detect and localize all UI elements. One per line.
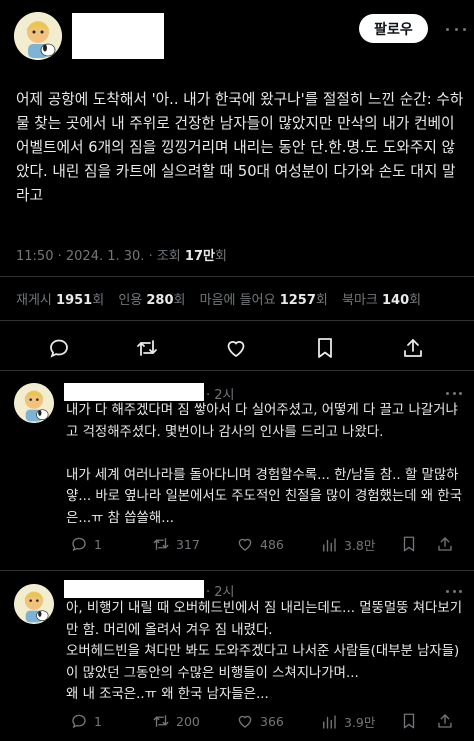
views-icon [323,714,336,729]
like-button[interactable]: 366 [236,712,284,730]
like-button[interactable]: 486 [236,535,284,553]
reply-button[interactable]: 1 [70,712,102,730]
reply-text: 내가 다 해주겠다며 짐 쌓아서 다 실어주셨고, 어떻게 다 끌고 나갈거냐고… [66,403,463,526]
views-suffix: 회 [214,249,227,264]
divider [0,320,474,321]
like-icon[interactable] [224,336,248,360]
reply-author-redacted [64,383,204,401]
post-date: 2024. 1. 30. [65,249,145,264]
reposts-stat[interactable]: 재게시 1951회 [16,293,104,308]
quotes-stat[interactable]: 인용 280회 [118,293,185,308]
reply-avatar[interactable] [14,383,54,423]
reply-avatar[interactable] [14,584,54,624]
divider [0,276,474,277]
bookmarks-stat[interactable]: 북마크 140회 [342,293,421,308]
reply-action-bar: 1 317 486 3.8만 [70,535,470,557]
more-options-icon[interactable] [446,20,466,38]
post-time: 11:50 [16,249,54,264]
post-action-bar [0,330,474,366]
bookmark-button[interactable] [400,712,418,730]
reply-author-redacted [64,580,204,598]
views-value: 17만 [184,249,215,264]
divider [0,570,474,571]
bookmark-icon[interactable] [313,336,337,360]
share-button[interactable] [436,535,454,553]
repost-button[interactable]: 317 [152,535,200,553]
author-avatar[interactable] [14,12,62,60]
follow-button[interactable]: 팔로우 [359,14,428,43]
reply-icon[interactable] [47,336,71,360]
repost-icon [153,538,169,550]
views-button[interactable]: 3.9만 [320,712,375,731]
bookmark-button[interactable] [400,535,418,553]
share-icon [438,714,452,728]
likes-stat[interactable]: 마음에 들어요 1257회 [200,293,328,308]
like-icon [238,715,252,728]
reply-button[interactable]: 1 [70,535,102,553]
repost-icon [153,715,169,727]
share-icon[interactable] [401,336,425,360]
share-icon [438,537,452,551]
post-stats: 재게시 1951회 인용 280회 마음에 들어요 1257회 북마크 140회 [16,289,421,308]
share-button[interactable] [436,712,454,730]
author-name-redacted [72,13,164,59]
bookmark-icon [403,536,415,552]
like-icon [238,538,252,551]
post-meta: 11:50 · 2024. 1. 30. · 조회 17만회 [16,249,227,264]
bookmark-icon [403,713,415,729]
reply-text: 아, 비행기 내릴 때 오버헤드빈에서 짐 내리는데도... 멀뚱멀뚱 쳐다보기… [66,601,463,702]
reply-icon [72,537,86,552]
divider [0,370,474,371]
views-button[interactable]: 3.8만 [320,535,375,554]
reply-action-bar: 1 200 366 3.9만 [70,712,470,734]
reply-icon [72,714,86,729]
repost-button[interactable]: 200 [152,712,200,730]
views-label: 조회 [156,249,181,264]
post-text: 어제 공항에 도착해서 '아.. 내가 한국에 왔구나'를 절절히 느낀 순간:… [16,91,464,204]
repost-icon[interactable] [135,336,159,360]
views-icon [323,537,336,552]
